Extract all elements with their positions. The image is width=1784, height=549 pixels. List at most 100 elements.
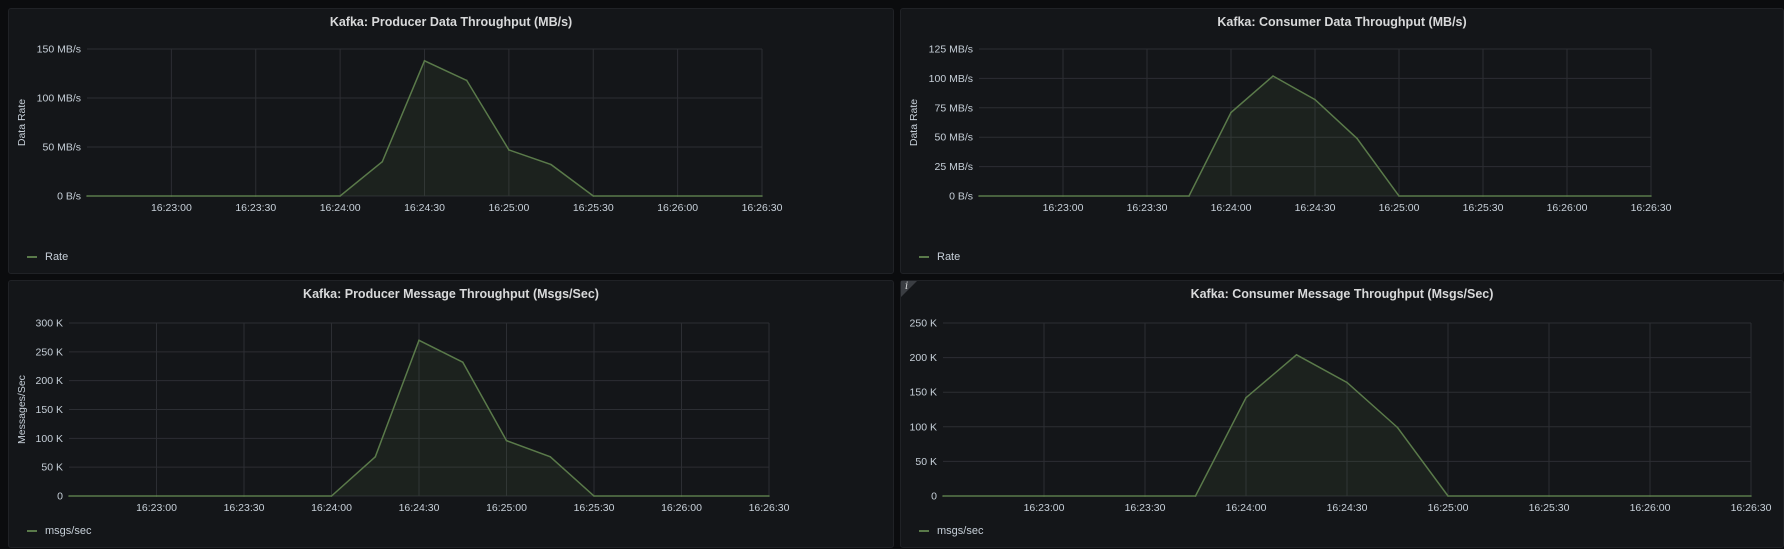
x-tick-label: 16:26:00 [1547,202,1588,214]
y-tick-label: 0 B/s [57,191,81,203]
y-tick-label: 150 MB/s [37,44,81,56]
panel-consumer-data-throughput[interactable]: Kafka: Consumer Data Throughput (MB/s) 0… [900,8,1784,274]
y-tick-label: 250 K [36,346,63,358]
data-point [330,495,333,497]
x-tick-label: 16:23:00 [1043,202,1084,214]
data-point [593,495,595,497]
chart-0: 0 B/s 50 MB/s 100 MB/s 150 MB/s 16:23:00 16:2… [16,44,783,215]
data-point [761,195,763,197]
data-point [550,163,552,166]
legend-swatch [27,256,37,258]
x-tick-label: 16:24:00 [320,202,361,214]
y-tick-label: 25 MB/s [934,161,973,173]
x-tick-label: 16:24:30 [1327,502,1368,514]
data-point [1548,495,1550,497]
series-area [87,60,762,196]
x-tick-label: 16:26:00 [661,502,702,514]
y-tick-label: 125 MB/s [929,44,973,56]
y-tick-label: 100 K [36,433,63,445]
data-point [1356,137,1358,140]
legend-swatch [919,530,929,532]
x-tick-label: 16:24:30 [1295,202,1336,214]
panel-producer-data-throughput[interactable]: Kafka: Producer Data Throughput (MB/s) 0… [8,8,894,274]
x-tick-label: 16:23:30 [1125,502,1166,514]
legend-label: Rate [45,251,69,263]
x-tick-label: 16:25:30 [1463,202,1504,214]
x-tick-label: 16:23:30 [235,202,276,214]
panel-producer-message-throughput[interactable]: Kafka: Producer Message Throughput (Msgs… [8,280,894,548]
legend-swatch [919,256,929,258]
data-point [942,495,944,497]
data-point [1650,195,1652,197]
x-tick-label: 16:25:00 [1379,202,1420,214]
series-area [69,340,769,496]
data-point [1144,495,1146,497]
legend-label: msgs/sec [45,525,92,537]
data-point [461,361,464,364]
x-tick-label: 16:25:00 [486,502,527,514]
y-tick-label: 250 K [910,318,937,330]
data-point [339,195,341,197]
y-tick-label: 100 MB/s [929,73,973,85]
data-point [1146,195,1148,197]
y-axis-label: Messages/Sec [16,375,28,444]
x-tick-label: 16:24:00 [1226,502,1267,514]
x-tick-label: 16:25:30 [1529,502,1570,514]
data-point [505,439,508,442]
x-tick-label: 16:23:30 [224,502,265,514]
x-tick-label: 16:25:00 [488,202,529,214]
y-axis-label: Data Rate [908,99,920,146]
data-point [1398,195,1400,197]
x-tick-label: 16:26:00 [657,202,698,214]
x-tick-label: 16:26:00 [1630,502,1671,514]
x-tick-label: 16:24:00 [1211,202,1252,214]
y-tick-label: 50 MB/s [934,132,973,144]
legend-swatch [27,530,37,532]
data-point [1346,381,1348,384]
y-axis-label: Data Rate [16,99,28,146]
panel-consumer-message-throughput[interactable]: i Kafka: Consumer Message Throughput (Ms… [900,280,1784,548]
data-point [1566,195,1568,197]
x-tick-label: 16:26:30 [749,502,790,514]
data-point [549,455,552,458]
x-tick-label: 16:23:00 [151,202,192,214]
legend[interactable]: Rate [27,251,68,263]
y-tick-label: 200 K [36,375,63,387]
legend[interactable]: msgs/sec [27,525,91,537]
y-tick-label: 50 K [41,462,63,474]
x-tick-label: 16:26:30 [742,202,783,214]
data-point [68,495,70,497]
y-tick-label: 0 [57,491,63,503]
legend-label: msgs/sec [937,525,984,537]
y-tick-label: 0 [931,491,937,503]
data-point [1447,495,1449,497]
data-point [1396,426,1399,429]
data-point [381,160,384,163]
x-tick-label: 16:24:30 [404,202,445,214]
data-point [1043,495,1045,497]
x-tick-label: 16:24:00 [311,502,352,514]
y-tick-label: 75 MB/s [934,102,973,114]
data-point [1062,195,1064,197]
y-tick-label: 50 MB/s [42,142,81,154]
data-point [1272,75,1274,77]
y-tick-label: 150 K [36,404,63,416]
x-tick-label: 16:23:00 [1024,502,1065,514]
y-tick-label: 0 B/s [949,191,973,203]
y-tick-label: 200 K [910,352,937,364]
data-point [508,149,510,151]
data-point [1245,396,1247,399]
data-point [1482,195,1484,197]
data-point [155,495,158,497]
y-tick-label: 100 MB/s [37,93,81,105]
x-tick-label: 16:26:30 [1631,202,1672,214]
legend[interactable]: msgs/sec [919,525,983,537]
x-tick-label: 16:23:30 [1127,202,1168,214]
data-point [86,195,88,197]
chart-1: 0 B/s 25 MB/s 50 MB/s 75 MB/s 100 MB/s 125 MB… [908,44,1672,215]
data-point [1230,111,1232,114]
data-point [254,195,257,197]
legend[interactable]: Rate [919,251,960,263]
x-tick-label: 16:24:30 [399,502,440,514]
data-point [1649,495,1651,497]
